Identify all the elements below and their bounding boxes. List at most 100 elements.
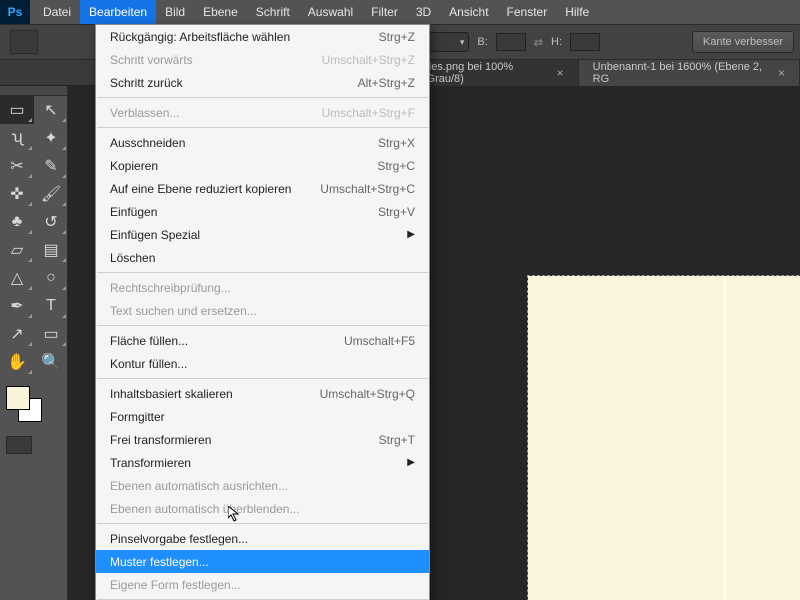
menu-ebene[interactable]: Ebene: [194, 0, 247, 24]
menu-separator: [97, 272, 428, 273]
color-swatches[interactable]: [6, 386, 46, 426]
menu-item[interactable]: KopierenStrg+C: [96, 154, 429, 177]
width-input[interactable]: [496, 33, 526, 51]
refine-edge-button[interactable]: Kante verbesser: [692, 31, 794, 53]
menu-separator: [97, 378, 428, 379]
menu-item-label: Frei transformieren: [110, 433, 379, 447]
menu-item[interactable]: Schritt zurückAlt+Strg+Z: [96, 71, 429, 94]
menu-item-shortcut: Strg+X: [378, 136, 415, 150]
healing-brush-tool[interactable]: ✜: [0, 180, 34, 208]
style-select[interactable]: ▾: [423, 32, 469, 52]
crop-tool[interactable]: ✂: [0, 152, 34, 180]
menu-item: Ebenen automatisch ausrichten...: [96, 474, 429, 497]
menu-item: Text suchen und ersetzen...: [96, 299, 429, 322]
menu-item[interactable]: Formgitter: [96, 405, 429, 428]
swap-icon[interactable]: ⇄: [534, 36, 543, 49]
menu-item-label: Auf eine Ebene reduziert kopieren: [110, 182, 320, 196]
menu-schrift[interactable]: Schrift: [247, 0, 299, 24]
eraser-tool[interactable]: ▱: [0, 236, 34, 264]
menu-item[interactable]: Fläche füllen...Umschalt+F5: [96, 329, 429, 352]
menu-item[interactable]: AusschneidenStrg+X: [96, 131, 429, 154]
menu-3d[interactable]: 3D: [407, 0, 440, 24]
path-select-tool[interactable]: ↗: [0, 320, 34, 348]
hand-tool[interactable]: ✋: [0, 348, 34, 376]
menu-ansicht[interactable]: Ansicht: [440, 0, 497, 24]
dodge-tool[interactable]: ○: [34, 264, 68, 292]
blur-tool[interactable]: △: [0, 264, 34, 292]
magic-wand-tool[interactable]: ✦: [34, 124, 68, 152]
width-label: B:: [477, 36, 487, 48]
menu-datei[interactable]: Datei: [34, 0, 80, 24]
menu-fenster[interactable]: Fenster: [498, 0, 557, 24]
menu-item-shortcut: Umschalt+Strg+F: [322, 106, 415, 120]
height-input[interactable]: [570, 33, 600, 51]
menu-item-label: Transformieren: [110, 456, 397, 470]
clone-stamp-tool[interactable]: ♣: [0, 208, 34, 236]
move-tool[interactable]: ↖: [34, 96, 68, 124]
history-brush-tool[interactable]: ↺: [34, 208, 68, 236]
menu-item-shortcut: Strg+V: [378, 205, 415, 219]
menu-item[interactable]: Inhaltsbasiert skalierenUmschalt+Strg+Q: [96, 382, 429, 405]
menubar: Ps DateiBearbeitenBildEbeneSchriftAuswah…: [0, 0, 800, 24]
menu-item-shortcut: Umschalt+F5: [344, 334, 415, 348]
menu-bild[interactable]: Bild: [156, 0, 194, 24]
toolbox-grabber[interactable]: [0, 86, 67, 96]
menu-item[interactable]: Rückgängig: Arbeitsfläche wählenStrg+Z: [96, 25, 429, 48]
eyedropper-tool[interactable]: ✎: [34, 152, 68, 180]
menu-hilfe[interactable]: Hilfe: [556, 0, 598, 24]
tab-label: Unbenannt-1 bei 1600% (Ebene 2, RG: [593, 61, 770, 85]
document-tab[interactable]: ffles.png bei 100% (Grau/8)×: [409, 60, 579, 86]
menu-item-shortcut: Strg+Z: [379, 30, 415, 44]
menu-item-label: Eigene Form festlegen...: [110, 578, 415, 592]
submenu-arrow-icon: ▶: [407, 457, 415, 468]
menu-item[interactable]: Einfügen Spezial ▶: [96, 223, 429, 246]
menu-item[interactable]: Pinselvorgabe festlegen...: [96, 527, 429, 550]
menu-item[interactable]: Auf eine Ebene reduziert kopierenUmschal…: [96, 177, 429, 200]
close-icon[interactable]: ×: [557, 66, 564, 80]
close-icon[interactable]: ×: [778, 66, 785, 80]
menu-separator: [97, 523, 428, 524]
menu-item-label: Einfügen Spezial: [110, 228, 397, 242]
shape-tool[interactable]: ▭: [34, 320, 68, 348]
foreground-swatch[interactable]: [6, 386, 30, 410]
menu-item[interactable]: Kontur füllen...: [96, 352, 429, 375]
document-canvas[interactable]: [528, 276, 800, 600]
document-tab[interactable]: Unbenannt-1 bei 1600% (Ebene 2, RG ×: [579, 60, 800, 86]
marquee-tool[interactable]: ▭: [0, 96, 34, 124]
menu-item[interactable]: Muster festlegen...: [96, 550, 429, 573]
menu-item-label: Text suchen und ersetzen...: [110, 304, 415, 318]
menu-item[interactable]: Transformieren ▶: [96, 451, 429, 474]
brush-tool[interactable]: 🖌: [34, 180, 68, 208]
toolbox: ▭↖ʯ✦✂✎✜🖌♣↺▱▤△○✒T↗▭✋🔍: [0, 86, 68, 600]
edit-menu-dropdown: Rückgängig: Arbeitsfläche wählenStrg+Z Sc…: [95, 24, 430, 600]
app-logo[interactable]: Ps: [0, 0, 30, 24]
pen-tool[interactable]: ✒: [0, 292, 34, 320]
menu-item-label: Muster festlegen...: [110, 555, 415, 569]
menu-item-label: Fläche füllen...: [110, 334, 344, 348]
menu-item-shortcut: Strg+T: [379, 433, 415, 447]
type-tool[interactable]: T: [34, 292, 68, 320]
menu-item: Rechtschreibprüfung...: [96, 276, 429, 299]
menu-bearbeiten[interactable]: Bearbeiten: [80, 0, 156, 24]
gradient-tool[interactable]: ▤: [34, 236, 68, 264]
menu-auswahl[interactable]: Auswahl: [299, 0, 362, 24]
menu-item-label: Kopieren: [110, 159, 377, 173]
menu-item-label: Einfügen: [110, 205, 378, 219]
zoom-tool[interactable]: 🔍: [34, 348, 68, 376]
menu-item-label: Löschen: [110, 251, 415, 265]
menu-item-shortcut: Umschalt+Strg+Z: [322, 53, 415, 67]
menu-item[interactable]: EinfügenStrg+V: [96, 200, 429, 223]
menu-item-label: Rückgängig: Arbeitsfläche wählen: [110, 30, 379, 44]
tool-preset-thumb[interactable]: [10, 30, 38, 54]
menu-item: Verblassen...Umschalt+Strg+F: [96, 101, 429, 124]
menu-item[interactable]: Frei transformierenStrg+T: [96, 428, 429, 451]
menu-item[interactable]: Löschen: [96, 246, 429, 269]
submenu-arrow-icon: ▶: [407, 229, 415, 240]
menu-item-label: Inhaltsbasiert skalieren: [110, 387, 320, 401]
quick-mask-toggle[interactable]: [6, 436, 32, 454]
lasso-tool[interactable]: ʯ: [0, 124, 34, 152]
menu-filter[interactable]: Filter: [362, 0, 407, 24]
menu-item-label: Rechtschreibprüfung...: [110, 281, 415, 295]
menu-item-label: Ebenen automatisch überblenden...: [110, 502, 415, 516]
menu-separator: [97, 97, 428, 98]
